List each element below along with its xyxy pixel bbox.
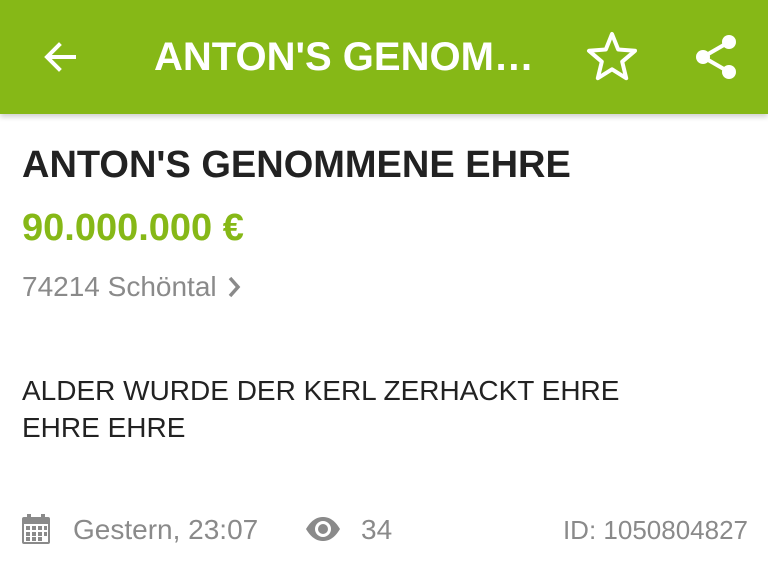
- location-link[interactable]: 74214 Schöntal: [22, 270, 241, 304]
- meta-row: Gestern, 23:07 34 ID: 1050804827: [22, 510, 748, 550]
- share-icon: [696, 35, 736, 79]
- star-outline-icon: [587, 32, 637, 81]
- price: 90.000.000 €: [22, 207, 244, 249]
- location-text: 74214 Schöntal: [22, 271, 217, 302]
- app-bar: ANTON'S GENOMMENE EHRE: [0, 0, 768, 114]
- arrow-left-icon: [44, 42, 76, 72]
- description: ALDER WURDE DER KERL ZERHACKT EHRE EHRE …: [22, 375, 620, 443]
- back-button[interactable]: [30, 27, 90, 87]
- app-bar-title: ANTON'S GENOMMENE EHRE: [154, 35, 534, 79]
- chevron-right-icon: [227, 276, 241, 298]
- view-count: 34: [361, 514, 393, 545]
- eye-icon: [306, 517, 340, 541]
- calendar-icon: [22, 514, 50, 544]
- listing-id: ID: 1050804827: [562, 515, 748, 545]
- share-button[interactable]: [686, 27, 746, 87]
- post-date: Gestern, 23:07: [73, 514, 259, 545]
- listing-title: ANTON'S GENOMMENE EHRE: [22, 144, 571, 186]
- favorite-button[interactable]: [582, 27, 642, 87]
